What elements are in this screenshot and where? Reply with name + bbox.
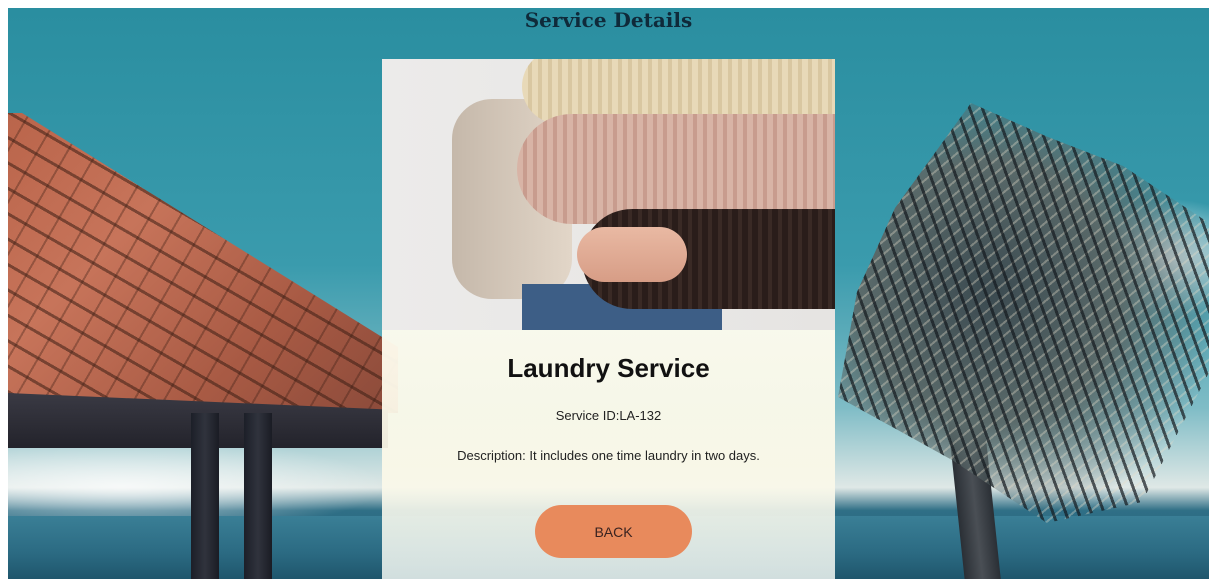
- image-towel: [517, 114, 835, 224]
- background-palm-leaves: [838, 103, 1209, 523]
- background-roof: [8, 113, 398, 413]
- page-title: Service Details: [524, 8, 693, 32]
- service-image: [382, 59, 835, 330]
- service-id: Service ID:LA-132: [555, 408, 662, 423]
- service-card: Laundry Service Service ID:LA-132 Descri…: [382, 59, 835, 579]
- service-description: Description: It includes one time laundr…: [457, 448, 760, 463]
- background-post: [191, 413, 219, 579]
- image-hand: [577, 227, 687, 282]
- back-button[interactable]: BACK: [535, 505, 692, 558]
- background-scene: Service Details Laundry Service Service …: [8, 8, 1209, 579]
- service-name: Laundry Service: [507, 353, 710, 383]
- background-post: [244, 413, 272, 579]
